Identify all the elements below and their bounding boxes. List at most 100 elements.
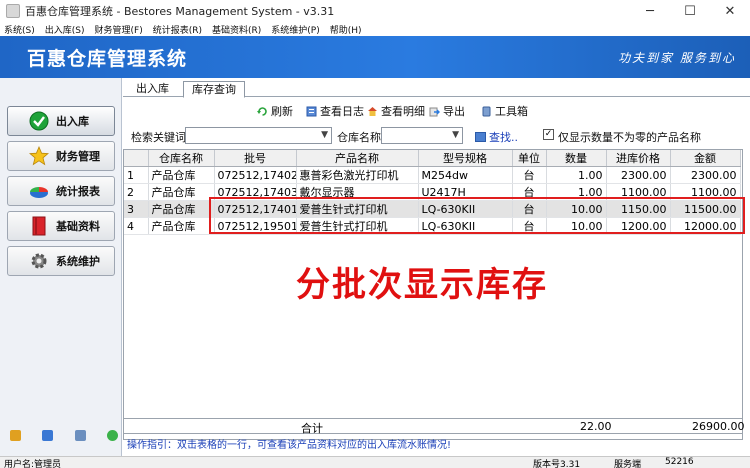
book-icon [28,215,50,237]
sidebar-item-label: 统计报表 [56,185,100,198]
status-user: 用户名:管理员 [4,460,62,468]
window-controls: ─ ☐ ✕ [630,0,750,22]
column-header[interactable]: 批号 [214,150,297,167]
warehouse-select[interactable]: ▼ [381,127,463,144]
totals-quantity: 22.00 [580,420,612,433]
table-row[interactable]: 1 产品仓库 072512,17402 惠普彩色激光打印机 M254dw 台 1… [124,166,741,184]
pie-chart-icon [28,180,50,202]
nonzero-label: 仅显示数量不为零的产品名称 [558,131,701,144]
warehouse-label: 仓库名称 [337,131,381,144]
sidebar-item-reports[interactable]: 统计报表 [7,176,115,206]
system-title: 百惠仓库管理系统 [27,47,188,70]
title-bar: 百惠仓库管理系统 - Bestores Management System - … [0,0,750,22]
export-icon [429,106,440,117]
chevron-down-icon: ▼ [452,130,459,140]
cell-unit: 台 [512,166,547,184]
column-header[interactable]: 产品名称 [296,150,419,167]
globe-icon[interactable] [106,430,118,441]
table-header: 仓库名称 批号 产品名称 型号规格 单位 数量 进库价格 金额 [124,150,741,167]
sidebar-item-basic-data[interactable]: 基础资料 [7,211,115,241]
cell-amount: 2300.00 [670,166,741,184]
status-version: 版本号3.31 [533,460,581,468]
menu-finance[interactable]: 财务管理(F) [91,23,149,36]
operation-hint: 操作指引：双击表格的一行，可查看该产品资料对应的出入库流水账情况! [127,440,452,451]
search-icon [475,132,486,142]
cell-warehouse: 产品仓库 [148,217,215,235]
tab-inventory-query[interactable]: 库存查询 [183,81,245,98]
row-number: 3 [124,200,149,218]
totals-amount: 26900.00 [692,420,745,433]
view-log-button[interactable]: 查看日志 [306,103,364,119]
column-header[interactable]: 单位 [512,150,547,167]
keyword-input[interactable]: ▼ [185,127,332,144]
minimize-button[interactable]: ─ [630,0,670,22]
totals-label: 合计 [301,422,323,435]
sidebar-item-finance[interactable]: 财务管理 [7,141,115,171]
house-icon [367,106,378,117]
check-icon [28,110,50,132]
menu-inout[interactable]: 出入库(S) [41,23,91,36]
clock-icon[interactable] [42,430,54,441]
chevron-down-icon: ▼ [321,130,328,140]
tab-inout[interactable]: 出入库 [128,81,177,97]
star-icon [28,145,50,167]
totals-row: 合计 22.00 26900.00 [123,418,745,435]
toolbox-button[interactable]: 工具箱 [481,103,528,119]
maximize-button[interactable]: ☐ [670,0,710,22]
sidebar-item-label: 出入库 [56,115,89,128]
highlight-box [209,197,745,234]
cell-quantity: 1.00 [546,166,607,184]
app-banner: 百惠仓库管理系统 功夫到家 服务到心 [0,36,750,78]
nonzero-checkbox[interactable]: ✓ [543,129,554,140]
menu-help[interactable]: 帮助(H) [326,23,368,36]
monitor-icon[interactable] [74,430,86,441]
app-icon [6,4,20,18]
cell-warehouse: 产品仓库 [148,200,215,218]
sidebar-item-maintenance[interactable]: 系统维护 [7,246,115,276]
column-header[interactable]: 型号规格 [418,150,513,167]
sidebar-item-inout[interactable]: 出入库 [7,106,115,136]
menu-maintenance[interactable]: 系统维护(P) [267,23,325,36]
view-detail-button[interactable]: 查看明细 [367,103,425,119]
window-title: 百惠仓库管理系统 - Bestores Management System - … [25,5,335,18]
cell-model: M254dw [418,166,513,184]
refresh-button[interactable]: 刷新 [257,103,293,119]
close-button[interactable]: ✕ [710,0,750,22]
export-button[interactable]: 导出 [429,103,465,119]
column-header[interactable]: 金额 [670,150,741,167]
sidebar-item-label: 财务管理 [56,150,100,163]
column-header[interactable]: 数量 [546,150,607,167]
menu-system[interactable]: 系统(S) [0,23,41,36]
sidebar-item-label: 系统维护 [56,255,100,268]
status-service: 服务端 [614,460,642,468]
status-port: 52216 [665,457,694,467]
search-button[interactable]: 查找.. [475,129,518,145]
column-header[interactable] [124,150,149,167]
tab-strip: 出入库 库存查询 [123,78,750,98]
row-number: 1 [124,166,149,184]
sidebar-bottom-icons [10,430,118,441]
gear-icon [28,250,50,272]
row-number: 2 [124,183,149,201]
column-header[interactable]: 进库价格 [606,150,671,167]
sidebar-item-label: 基础资料 [56,220,100,233]
cell-product: 惠普彩色激光打印机 [296,166,419,184]
refresh-icon [257,106,268,117]
filter-bar: 检索关键词 ▼ 仓库名称 ▼ 查找.. ✓ 仅显示数量不为零的产品名称 [123,124,750,146]
sidebar: 出入库 财务管理 统计报表 基础资料 系统维护 [0,78,122,456]
banner-slogan: 功夫到家 服务到心 [618,50,736,65]
menu-basic-data[interactable]: 基础资料(R) [208,23,267,36]
row-number: 4 [124,217,149,235]
toolbox-icon [481,106,492,117]
keyword-label: 检索关键词 [131,131,186,144]
lock-icon[interactable] [10,430,21,441]
status-bar: 用户名:管理员 版本号3.31 服务端 52216 [0,456,750,468]
column-header[interactable]: 仓库名称 [148,150,215,167]
cell-batch: 072512,17402 [214,166,297,184]
cell-warehouse: 产品仓库 [148,166,215,184]
annotation-text: 分批次显示库存 [296,265,548,305]
menu-bar: 系统(S) 出入库(S) 财务管理(F) 统计报表(R) 基础资料(R) 系统维… [0,22,750,36]
cell-price: 2300.00 [606,166,671,184]
menu-reports[interactable]: 统计报表(R) [149,23,208,36]
log-icon [306,106,317,117]
